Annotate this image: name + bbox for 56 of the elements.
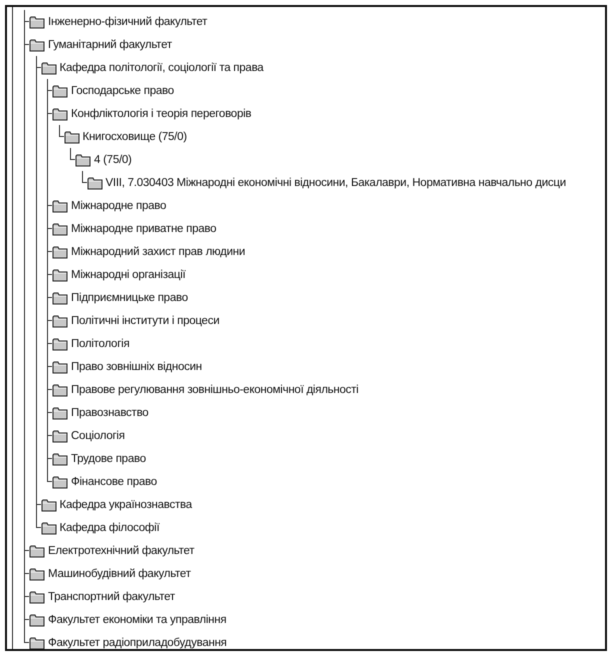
folder-icon [52,314,68,328]
tree-node-label[interactable]: Машинобудівний факультет [48,568,191,580]
tree-node-label[interactable]: Електротехнічний факультет [48,544,194,556]
folder-icon [52,268,68,282]
tree-node-label[interactable]: Фінансове право [71,476,157,488]
tree-node-label[interactable]: Міжнародні організації [71,268,186,280]
folder-icon [52,244,68,258]
tree-node-label[interactable]: Книгосховище (75/0) [82,130,187,142]
folder-icon [52,290,68,304]
tree-node-label[interactable]: Інженерно-фізичний факультет [48,16,208,28]
tree-node-label[interactable]: Право зовнішніх відносин [71,360,202,372]
tree-node-label[interactable]: Гуманітарний факультет [48,38,172,50]
folder-icon [29,14,45,28]
folder-icon [52,84,68,98]
folder-icon [52,474,68,488]
folder-icon [29,38,45,52]
tree-node-label[interactable]: Правове регулювання зовнішньо-економічної діяльності [71,384,358,396]
folder-icon [52,406,68,420]
tree-node-label[interactable]: Підприємницьке право [71,292,188,304]
folder-icon [52,452,68,466]
tree-node-label[interactable]: Кафедра політології, соціології та права [60,62,264,74]
folder-icon [29,636,45,649]
tree-node-label[interactable]: Міжнародне приватне право [71,222,216,234]
folder-icon [29,612,45,626]
folder-icon [29,566,45,580]
tree-node-label[interactable]: Трудове право [71,452,146,464]
folder-icon [52,360,68,374]
tree-node-label[interactable]: Політичні інститути і процеси [71,314,220,326]
tree-node-label[interactable]: Конфліктологія і теорія переговорів [71,108,252,120]
tree-node-label[interactable]: Факультет радіоприладобудування [48,636,227,648]
folder-icon [52,106,68,120]
folder-icon [52,336,68,350]
tree-node-label[interactable]: Політологія [71,338,130,350]
tree-node-label[interactable]: Кафедра українознавства [60,498,192,510]
folder-icon [52,428,68,442]
tree-node-label[interactable]: Кафедра філософії [60,522,160,534]
tree-node-label[interactable]: Правознавство [71,406,148,418]
folder-icon [52,222,68,236]
tree-node-label[interactable]: Факультет економіки та управління [48,614,226,626]
folder-icon [52,382,68,396]
tree-node-label[interactable]: Міжнародний захист прав людини [71,246,246,258]
tree-node-label[interactable]: Соціологія [71,430,125,442]
tree-node-label[interactable]: VIII, 7.030403 Міжнародні економічні відносини, Бакалаври, Нормативна навчально дисци [106,176,566,188]
folder-icon [29,544,45,558]
tree-node-label[interactable]: 4 (75/0) [94,154,132,166]
tree-node-label[interactable]: Господарське право [71,84,174,96]
folder-icon [86,176,102,190]
tree-node-label[interactable]: Транспортний факультет [48,590,175,602]
tree-node-label[interactable]: Міжнародне право [71,200,166,212]
folder-icon [64,130,80,144]
folder-icon [52,198,68,212]
folder-icon [75,152,91,166]
folder-icon [40,498,56,512]
folder-icon [40,520,56,534]
folder-icon [40,60,56,74]
folder-icon [29,590,45,604]
